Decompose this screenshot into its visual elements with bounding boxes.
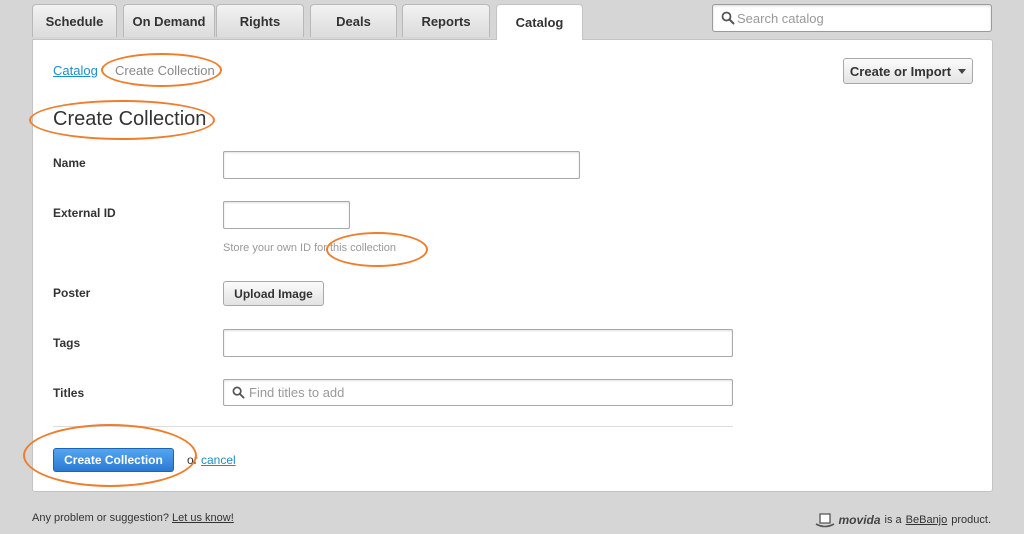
titles-label: Titles	[53, 386, 85, 400]
external-id-label: External ID	[53, 206, 116, 220]
caret-down-icon	[958, 68, 967, 74]
breadcrumb-current: Create Collection	[115, 63, 215, 78]
titles-search-input[interactable]	[249, 380, 719, 405]
create-collection-button[interactable]: Create Collection	[53, 448, 174, 472]
search-icon	[232, 386, 245, 399]
titles-search-box	[223, 379, 733, 406]
tab-on-demand[interactable]: On Demand	[123, 4, 215, 37]
name-field[interactable]	[223, 151, 580, 179]
search-input[interactable]	[737, 5, 987, 31]
tab-reports[interactable]: Reports	[402, 4, 490, 37]
footer-brand-name: movida	[838, 513, 881, 527]
external-id-hint: Store your own ID for this collection	[223, 242, 397, 254]
poster-label: Poster	[53, 286, 91, 300]
tab-catalog[interactable]: Catalog	[496, 4, 583, 40]
tab-deals[interactable]: Deals	[310, 4, 397, 37]
footer-is-a-text: is a	[884, 514, 902, 526]
create-or-import-label: Create or Import	[849, 63, 952, 79]
hat-logo-icon	[815, 513, 834, 528]
tab-rights[interactable]: Rights	[216, 4, 304, 37]
search-icon	[721, 11, 735, 25]
footer-feedback: Any problem or suggestion? Let us know!	[32, 512, 234, 524]
name-label: Name	[53, 156, 86, 170]
tags-label: Tags	[53, 336, 81, 350]
page-title: Create Collection	[53, 108, 207, 130]
create-or-import-button[interactable]: Create or Import	[843, 58, 973, 84]
footer-company-link[interactable]: BeBanjo	[906, 514, 948, 526]
upload-image-button[interactable]: Upload Image	[223, 281, 324, 306]
tab-schedule[interactable]: Schedule	[32, 4, 117, 37]
breadcrumb-catalog-link[interactable]: Catalog	[53, 63, 98, 78]
or-text: or	[187, 453, 198, 467]
form-divider	[53, 426, 733, 427]
cancel-link[interactable]: cancel	[201, 453, 236, 467]
search-box	[712, 4, 992, 32]
footer-feedback-link[interactable]: Let us know!	[172, 512, 234, 524]
main-panel: Catalog Create Collection Create or Impo…	[32, 39, 993, 492]
footer-problem-text: Any problem or suggestion?	[32, 512, 169, 524]
tags-field[interactable]	[223, 329, 733, 357]
footer-product-text: product.	[951, 514, 991, 526]
external-id-field[interactable]	[223, 201, 350, 229]
footer-brand: movida is a BeBanjo product.	[815, 512, 991, 528]
